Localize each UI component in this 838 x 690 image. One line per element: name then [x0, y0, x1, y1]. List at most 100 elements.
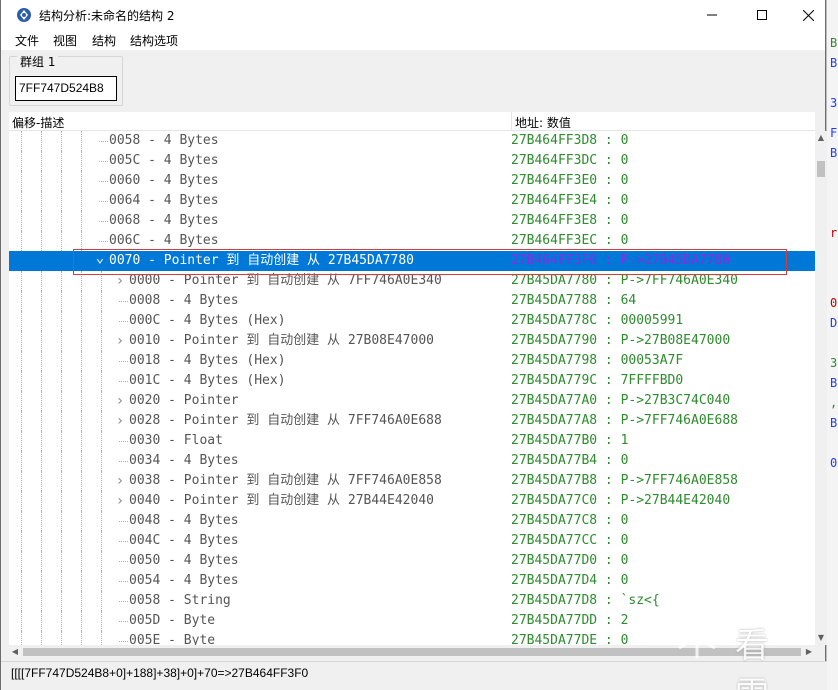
row-offset-description: 0040 - Pointer 到 自动创建 从 27B44E42040 — [129, 493, 434, 508]
chevron-right-icon[interactable]: › — [115, 471, 125, 491]
tree-guide-line — [61, 471, 62, 491]
column-header: 偏移-描述 地址: 数值 — [9, 112, 815, 131]
tree-guide-line — [61, 131, 62, 151]
row-address-value: 27B464FF3F0 : P->27B45DA7780 — [511, 253, 731, 268]
tree-row[interactable]: 0008 - 4 Bytes 27B45DA7788 : 64 — [9, 291, 815, 311]
minimize-button[interactable] — [689, 0, 735, 30]
tree-row[interactable]: 005C - 4 Bytes 27B464FF3DC : 0 — [9, 151, 815, 171]
tree-row[interactable]: 0058 - 4 Bytes 27B464FF3D8 : 0 — [9, 131, 815, 151]
tree-row[interactable]: 0048 - 4 Bytes 27B45DA77C8 : 0 — [9, 511, 815, 531]
tree-guide-line — [41, 151, 42, 171]
tree-row[interactable]: › 0028 - Pointer 到 自动创建 从 7FF746A0E688 27B… — [9, 411, 815, 431]
tree-guide-line — [21, 211, 22, 231]
tree-row[interactable]: 004C - 4 Bytes 27B45DA77CC : 0 — [9, 531, 815, 551]
tree-row[interactable]: 0030 - Float 27B45DA77B0 : 1 — [9, 431, 815, 451]
chevron-right-icon[interactable]: › — [115, 411, 125, 431]
chevron-right-icon[interactable]: › — [115, 271, 125, 291]
tree-guide-line — [41, 431, 42, 451]
tree-guide-line — [41, 551, 42, 571]
tree-guide-line — [81, 611, 82, 631]
scroll-right-icon[interactable]: ▶ — [803, 645, 815, 659]
tree-guide-line — [21, 391, 22, 411]
tree-row[interactable]: 0034 - 4 Bytes 27B45DA77B4 : 0 — [9, 451, 815, 471]
tree-guide-line — [61, 511, 62, 531]
tree-row[interactable]: › 0038 - Pointer 到 自动创建 从 7FF746A0E858 27B… — [9, 471, 815, 491]
row-address-value: 27B45DA77B4 : 0 — [511, 453, 629, 468]
tree-connector-line — [119, 381, 128, 382]
tree-row-selected[interactable]: ⌄ 0070 - Pointer 到 自动创建 从 27B45DA7780 27B4… — [9, 251, 815, 271]
row-offset-description: 0008 - 4 Bytes — [129, 293, 239, 308]
row-offset-description: 0028 - Pointer 到 自动创建 从 7FF746A0E688 — [129, 413, 442, 428]
vertical-scroll-thumb[interactable] — [817, 161, 825, 177]
tree-row[interactable]: 0054 - 4 Bytes 27B45DA77D4 : 0 — [9, 571, 815, 591]
row-address-value: 27B45DA77B0 : 1 — [511, 433, 629, 448]
maximize-button[interactable] — [739, 0, 785, 30]
tree-guide-line — [61, 491, 62, 511]
close-button[interactable] — [785, 0, 831, 30]
window-title: 结构分析:未命名的结构 2 — [39, 9, 175, 23]
minimize-icon — [707, 14, 717, 16]
scroll-down-icon[interactable]: ▼ — [815, 631, 827, 645]
row-offset-description: 0048 - 4 Bytes — [129, 513, 239, 528]
tree-row[interactable]: 0068 - 4 Bytes 27B464FF3E8 : 0 — [9, 211, 815, 231]
scroll-left-icon[interactable]: ◀ — [9, 645, 21, 659]
tree-guide-line — [21, 531, 22, 551]
structure-tree[interactable]: 0058 - 4 Bytes 27B464FF3D8 : 0 005C - 4 By… — [9, 131, 815, 645]
row-offset-description: 0068 - 4 Bytes — [109, 213, 219, 228]
chevron-down-icon[interactable]: ⌄ — [95, 251, 105, 265]
tree-row[interactable]: 0064 - 4 Bytes 27B464FF3E4 : 0 — [9, 191, 815, 211]
tree-guide-line — [81, 511, 82, 531]
tree-row[interactable]: 001C - 4 Bytes (Hex) 27B45DA779C : 7FFFFB… — [9, 371, 815, 391]
header-separator[interactable] — [511, 112, 512, 131]
tree-row[interactable]: 0050 - 4 Bytes 27B45DA77D0 : 0 — [9, 551, 815, 571]
title-bar[interactable]: 结构分析:未命名的结构 2 — [1, 0, 825, 30]
tree-guide-line — [21, 151, 22, 171]
tree-row[interactable]: › 0010 - Pointer 到 自动创建 从 27B08E47000 27B4… — [9, 331, 815, 351]
header-offset-description[interactable]: 偏移-描述 — [12, 114, 64, 131]
base-address-field[interactable]: 7FF747D524B8 — [15, 76, 117, 101]
menu-structure[interactable]: 结构 — [90, 32, 118, 49]
status-bar: [[[[7FF747D524B8+0]+188]+38]+0]+70=>27B4… — [1, 661, 827, 690]
tree-guide-line — [81, 331, 82, 351]
tree-guide-line — [21, 171, 22, 191]
tree-row[interactable]: 0018 - 4 Bytes (Hex) 27B45DA7798 : 00053A… — [9, 351, 815, 371]
tree-guide-line — [81, 351, 82, 371]
tree-row[interactable]: 0060 - 4 Bytes 27B464FF3E0 : 0 — [9, 171, 815, 191]
row-address-value: 27B45DA77A0 : P->27B3C74C040 — [511, 393, 731, 408]
tree-guide-line — [61, 311, 62, 331]
menu-structure-options[interactable]: 结构选项 — [128, 32, 180, 49]
header-address-value[interactable]: 地址: 数值 — [515, 114, 571, 131]
tree-connector-line — [119, 461, 128, 462]
watermark: 看雪 — [665, 614, 769, 690]
chevron-right-icon[interactable]: › — [115, 391, 125, 411]
tree-row[interactable]: › 0000 - Pointer 到 自动创建 从 7FF746A0E340 27B… — [9, 271, 815, 291]
maximize-icon — [757, 10, 767, 20]
struct-dissect-window: 结构分析:未命名的结构 2 文件 视图 结构 结构选项 群组 1 7FF747D… — [0, 0, 827, 690]
tree-guide-line — [81, 551, 82, 571]
menu-file[interactable]: 文件 — [13, 32, 41, 49]
row-address-value: 27B464FF3DC : 0 — [511, 153, 629, 168]
tree-row[interactable]: › 0040 - Pointer 到 自动创建 从 27B44E42040 27B4… — [9, 491, 815, 511]
tree-guide-line — [81, 571, 82, 591]
vertical-scrollbar[interactable]: ▲ ▼ — [815, 131, 827, 645]
tree-guide-line — [61, 351, 62, 371]
tree-row[interactable]: 0058 - String 27B45DA77D8 : `sz<{ — [9, 591, 815, 611]
menu-view[interactable]: 视图 — [51, 32, 79, 49]
row-offset-description: 005D - Byte — [129, 613, 216, 628]
row-address-value: 27B45DA77A8 : P->7FF746A0E688 — [511, 413, 738, 428]
tree-row[interactable]: 006C - 4 Bytes 27B464FF3EC : 0 — [9, 231, 815, 251]
chevron-right-icon[interactable]: › — [115, 331, 125, 351]
tree-guide-line — [61, 231, 62, 251]
background-glyph: B — [830, 146, 838, 160]
tree-guide-line — [61, 411, 62, 431]
background-glyph: D — [830, 316, 838, 330]
scroll-up-icon[interactable]: ▲ — [815, 131, 827, 145]
row-offset-description: 0064 - 4 Bytes — [109, 193, 219, 208]
tree-guide-line — [61, 391, 62, 411]
tree-row[interactable]: › 0020 - Pointer 27B45DA77A0 : P->27B3C74C… — [9, 391, 815, 411]
tree-guide-line — [101, 511, 102, 531]
chevron-right-icon[interactable]: › — [115, 491, 125, 511]
tree-row[interactable]: 000C - 4 Bytes (Hex) 27B45DA778C : 000059… — [9, 311, 815, 331]
tree-guide-line — [21, 291, 22, 311]
tree-guide-line — [21, 371, 22, 391]
